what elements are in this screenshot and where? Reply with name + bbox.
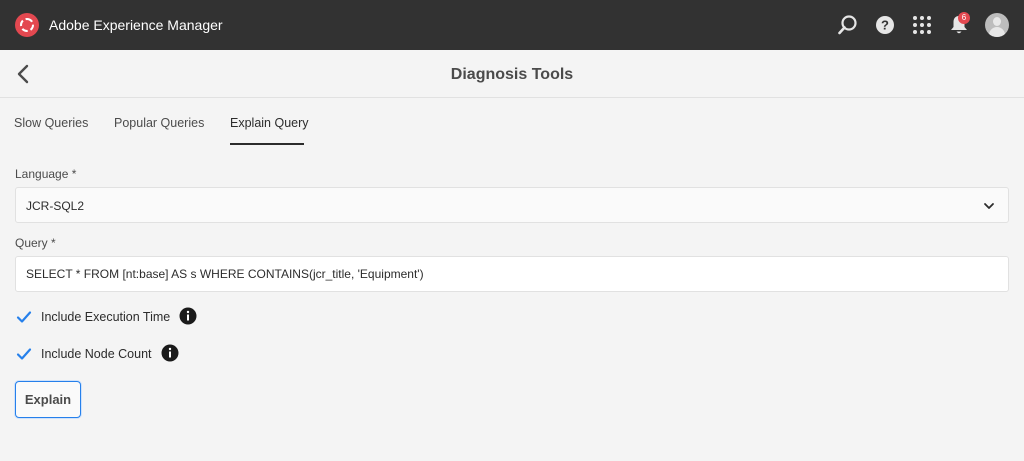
include-node-count-label[interactable]: Include Node Count	[41, 347, 152, 361]
svg-text:?: ?	[881, 18, 889, 33]
chevron-down-icon	[982, 199, 996, 213]
include-execution-time-checkbox[interactable]	[15, 308, 33, 326]
explain-button[interactable]: Explain	[15, 381, 81, 418]
title-bar: Diagnosis Tools	[0, 50, 1024, 98]
language-selected-value: JCR-SQL2	[26, 199, 85, 213]
tab-explain-query[interactable]: Explain Query	[230, 116, 309, 130]
user-avatar[interactable]	[985, 13, 1009, 37]
include-execution-time-row: Include Execution Time	[15, 307, 170, 327]
page-title: Diagnosis Tools	[450, 66, 574, 83]
app-title[interactable]: Adobe Experience Manager	[49, 17, 223, 33]
include-node-count-row: Include Node Count	[15, 344, 152, 364]
language-select[interactable]: JCR-SQL2	[15, 187, 1009, 223]
help-icon[interactable]: ?	[873, 13, 897, 37]
info-icon[interactable]	[179, 307, 197, 325]
aem-logo-icon[interactable]	[15, 13, 39, 37]
include-execution-time-label[interactable]: Include Execution Time	[41, 310, 170, 324]
language-label: Language *	[15, 167, 77, 181]
tab-list: Slow Queries Popular Queries Explain Que…	[0, 99, 1024, 147]
include-node-count-checkbox[interactable]	[15, 345, 33, 363]
search-icon[interactable]	[836, 13, 860, 37]
shell-header: Adobe Experience Manager ? 6	[0, 0, 1024, 50]
tab-popular-queries[interactable]: Popular Queries	[114, 116, 204, 130]
info-icon[interactable]	[161, 344, 179, 362]
query-input[interactable]	[15, 256, 1009, 292]
apps-grid-icon[interactable]	[910, 13, 934, 37]
tab-slow-queries[interactable]: Slow Queries	[14, 116, 88, 130]
active-tab-indicator	[230, 143, 304, 145]
query-label: Query *	[15, 236, 56, 250]
notification-badge: 6	[958, 12, 970, 24]
